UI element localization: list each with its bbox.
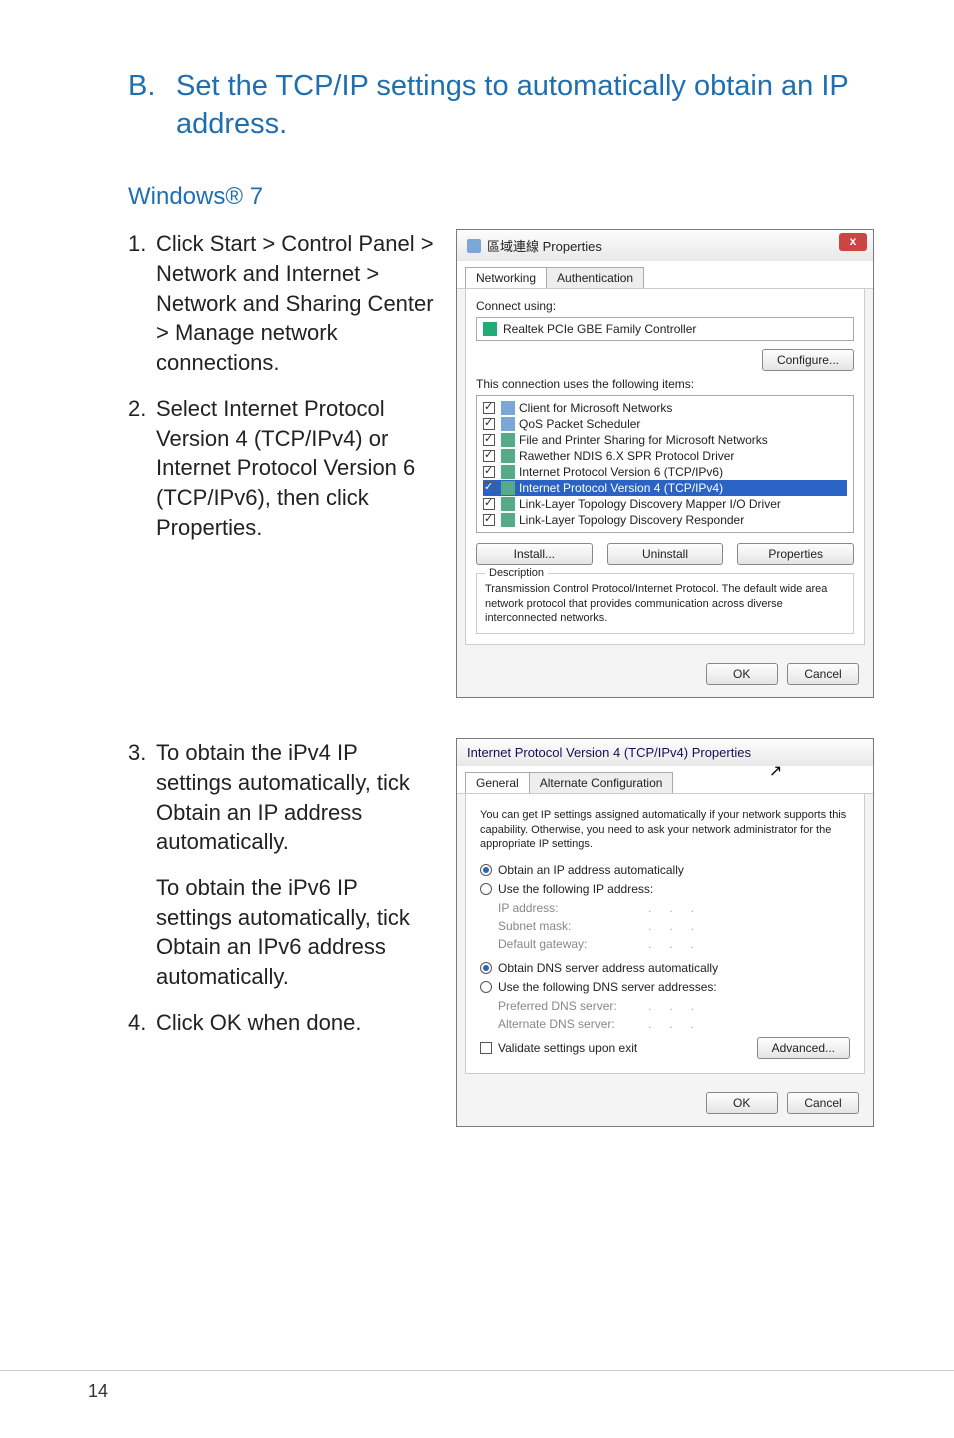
adapter-field: Realtek PCIe GBE Family Controller xyxy=(476,317,854,341)
step-number: 3. xyxy=(128,738,156,992)
items-listbox[interactable]: Client for Microsoft Networks QoS Packet… xyxy=(476,395,854,533)
ok-button[interactable]: OK xyxy=(706,663,778,685)
validate-label: Validate settings upon exit xyxy=(498,1041,637,1055)
step-text: Select Internet Protocol Version 4 (TCP/… xyxy=(156,394,438,542)
protocol-icon xyxy=(501,449,515,463)
section-title-text: Set the TCP/IP settings to automatically… xyxy=(176,68,874,143)
window-icon xyxy=(467,239,481,253)
steps-list-a: 1. Click Start > Control Panel > Network… xyxy=(128,229,438,542)
list-item[interactable]: QoS Packet Scheduler xyxy=(519,417,640,431)
info-text: You can get IP settings assigned automat… xyxy=(480,808,850,851)
share-icon xyxy=(501,433,515,447)
list-item[interactable]: File and Printer Sharing for Microsoft N… xyxy=(519,433,768,447)
radio-use-dns-label: Use the following DNS server addresses: xyxy=(498,980,717,994)
checkbox[interactable] xyxy=(483,418,495,430)
list-item-selected[interactable]: Internet Protocol Version 4 (TCP/IPv4) xyxy=(519,481,723,495)
mask-field: ... xyxy=(648,919,712,933)
mask-label: Subnet mask: xyxy=(498,919,648,933)
checkbox[interactable] xyxy=(483,498,495,510)
uninstall-button[interactable]: Uninstall xyxy=(607,543,724,565)
tab-authentication[interactable]: Authentication xyxy=(546,267,644,288)
ipv4-properties-dialog: ? x Internet Protocol Version 4 (TCP/IPv… xyxy=(456,738,874,1127)
client-icon xyxy=(501,401,515,415)
list-item[interactable]: Client for Microsoft Networks xyxy=(519,401,672,415)
steps-list-b: 3. To obtain the iPv4 IP settings automa… xyxy=(128,738,438,1037)
step-text: To obtain the iPv4 IP settings automatic… xyxy=(156,740,410,854)
step-text: Click OK when done. xyxy=(156,1008,438,1038)
section-letter: B. xyxy=(128,68,176,143)
connect-using-label: Connect using: xyxy=(476,299,854,313)
uses-label: This connection uses the following items… xyxy=(476,377,854,391)
list-item[interactable]: Rawether NDIS 6.X SPR Protocol Driver xyxy=(519,449,734,463)
ip-label: IP address: xyxy=(498,901,648,915)
properties-button[interactable]: Properties xyxy=(737,543,854,565)
step-3: 3. To obtain the iPv4 IP settings automa… xyxy=(128,738,438,992)
step-number: 4. xyxy=(128,1008,156,1038)
ok-button[interactable]: OK xyxy=(706,1092,778,1114)
list-item[interactable]: Link-Layer Topology Discovery Responder xyxy=(519,513,744,527)
list-item[interactable]: Link-Layer Topology Discovery Mapper I/O… xyxy=(519,497,781,511)
nic-properties-dialog: x 區域連線 Properties Networking Authenticat… xyxy=(456,229,874,698)
qos-icon xyxy=(501,417,515,431)
step-paragraph: To obtain the iPv6 IP settings automatic… xyxy=(156,873,438,992)
step-2: 2. Select Internet Protocol Version 4 (T… xyxy=(128,394,438,542)
dialog-title: 區域連線 Properties xyxy=(487,236,602,255)
cancel-button[interactable]: Cancel xyxy=(787,1092,859,1114)
checkbox[interactable] xyxy=(483,402,495,414)
configure-button[interactable]: Configure... xyxy=(762,349,854,371)
protocol-icon xyxy=(501,497,515,511)
ip-field: ... xyxy=(648,901,712,915)
validate-checkbox[interactable] xyxy=(480,1042,492,1054)
description-text: Transmission Control Protocol/Internet P… xyxy=(485,583,827,624)
radio-auto-dns-label: Obtain DNS server address automatically xyxy=(498,961,718,975)
radio-use-ip[interactable] xyxy=(480,883,492,895)
step-number: 1. xyxy=(128,229,156,377)
gw-label: Default gateway: xyxy=(498,937,648,951)
section-heading: B. Set the TCP/IP settings to automatica… xyxy=(128,68,874,143)
alt-dns-field: ... xyxy=(648,1017,712,1031)
description-box: Description Transmission Control Protoco… xyxy=(476,573,854,634)
step-text: Click Start > Control Panel > Network an… xyxy=(156,229,438,377)
install-button[interactable]: Install... xyxy=(476,543,593,565)
checkbox[interactable] xyxy=(483,482,495,494)
cursor-icon xyxy=(769,761,782,781)
adapter-name: Realtek PCIe GBE Family Controller xyxy=(503,322,696,336)
radio-auto-ip[interactable] xyxy=(480,864,492,876)
pref-dns-field: ... xyxy=(648,999,712,1013)
advanced-button[interactable]: Advanced... xyxy=(757,1037,850,1059)
tab-alternate[interactable]: Alternate Configuration xyxy=(529,772,674,793)
radio-use-ip-label: Use the following IP address: xyxy=(498,882,653,896)
alt-dns-label: Alternate DNS server: xyxy=(498,1017,648,1031)
checkbox[interactable] xyxy=(483,514,495,526)
dialog-titlebar: 區域連線 Properties xyxy=(457,230,873,261)
dialog-titlebar: Internet Protocol Version 4 (TCP/IPv4) P… xyxy=(457,739,873,766)
radio-use-dns[interactable] xyxy=(480,981,492,993)
cancel-button[interactable]: Cancel xyxy=(787,663,859,685)
dialog-title: Internet Protocol Version 4 (TCP/IPv4) P… xyxy=(467,745,751,760)
nic-icon xyxy=(483,322,497,336)
tab-general[interactable]: General xyxy=(465,772,530,793)
pref-dns-label: Preferred DNS server: xyxy=(498,999,648,1013)
step-1: 1. Click Start > Control Panel > Network… xyxy=(128,229,438,377)
subheading: Windows® 7 xyxy=(128,183,874,211)
page-footer: 14 xyxy=(0,1370,954,1402)
protocol-icon xyxy=(501,465,515,479)
close-icon[interactable]: x xyxy=(839,233,867,251)
protocol-icon xyxy=(501,481,515,495)
list-item[interactable]: Internet Protocol Version 6 (TCP/IPv6) xyxy=(519,465,723,479)
page-number: 14 xyxy=(88,1381,108,1401)
step-4: 4. Click OK when done. xyxy=(128,1008,438,1038)
checkbox[interactable] xyxy=(483,466,495,478)
radio-auto-dns[interactable] xyxy=(480,962,492,974)
tab-networking[interactable]: Networking xyxy=(465,267,547,288)
checkbox[interactable] xyxy=(483,434,495,446)
description-legend: Description xyxy=(485,566,548,580)
protocol-icon xyxy=(501,513,515,527)
step-number: 2. xyxy=(128,394,156,542)
checkbox[interactable] xyxy=(483,450,495,462)
radio-auto-ip-label: Obtain an IP address automatically xyxy=(498,863,684,877)
gw-field: ... xyxy=(648,937,712,951)
